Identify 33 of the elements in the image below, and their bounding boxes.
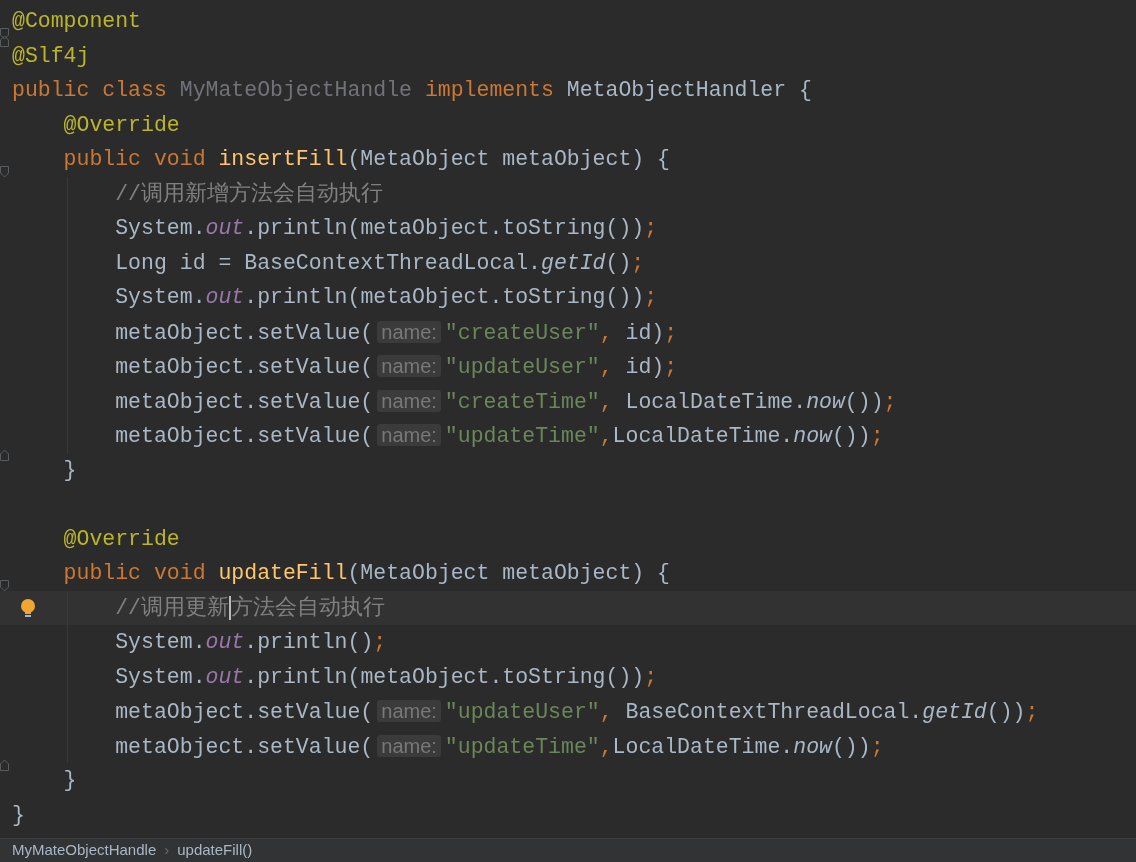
code-line: public void updateFill(MetaObject metaObject) { bbox=[62, 560, 671, 587]
fold-icon[interactable] bbox=[0, 34, 9, 47]
code-line: } bbox=[62, 456, 77, 484]
code-line: System.out.println(metaObject.toString()); bbox=[114, 215, 658, 242]
fold-icon[interactable] bbox=[0, 759, 9, 771]
lightbulb-icon[interactable] bbox=[20, 598, 36, 618]
code-line: @Override bbox=[62, 525, 180, 553]
code-line: } bbox=[62, 767, 77, 794]
code-line: public void insertFill(MetaObject metaObject) { bbox=[62, 146, 671, 173]
code-line: } bbox=[12, 801, 25, 829]
fold-icon[interactable] bbox=[0, 166, 9, 178]
code-line: System.out.println(metaObject.toString()); bbox=[114, 284, 658, 311]
breadcrumb-item[interactable]: updateFill() bbox=[177, 839, 253, 862]
code-line: metaObject.setValue( name: "updateTime",LocalDateTime.now()); bbox=[114, 423, 884, 450]
code-line: //调用更新方法会自动执行 bbox=[114, 594, 386, 622]
breadcrumb-item[interactable]: MyMateObjectHandle bbox=[12, 839, 157, 862]
code-line: @Component bbox=[12, 8, 142, 35]
fold-icon[interactable] bbox=[0, 448, 9, 461]
code-line: System.out.println(); bbox=[114, 629, 387, 656]
code-line: public class MyMateObjectHandle implements MetaObjectHandler { bbox=[12, 77, 812, 104]
code-line: //调用新增方法会自动执行 bbox=[114, 180, 384, 208]
code-line: metaObject.setValue( name: "updateUser", BaseContextThreadLocal.getId()); bbox=[114, 699, 1039, 726]
breadcrumb-separator: › bbox=[164, 840, 170, 861]
code-line: metaObject.setValue( name: "updateTime",LocalDateTime.now()); bbox=[114, 733, 884, 761]
code-line: Long id = BaseContextThreadLocal.getId(); bbox=[114, 249, 645, 277]
code-line: metaObject.setValue( name: "updateUser", id); bbox=[114, 354, 678, 381]
code-line: @Slf4j bbox=[12, 42, 90, 70]
code-line: metaObject.setValue( name: "createTime", LocalDateTime.now()); bbox=[114, 388, 897, 416]
code-line: @Override bbox=[62, 111, 180, 139]
code-line: metaObject.setValue( name: "createUser", id); bbox=[114, 319, 678, 347]
fold-icon[interactable] bbox=[0, 580, 9, 592]
code-line: System.out.println(metaObject.toString()); bbox=[114, 663, 658, 691]
fold-icon[interactable] bbox=[0, 28, 9, 40]
